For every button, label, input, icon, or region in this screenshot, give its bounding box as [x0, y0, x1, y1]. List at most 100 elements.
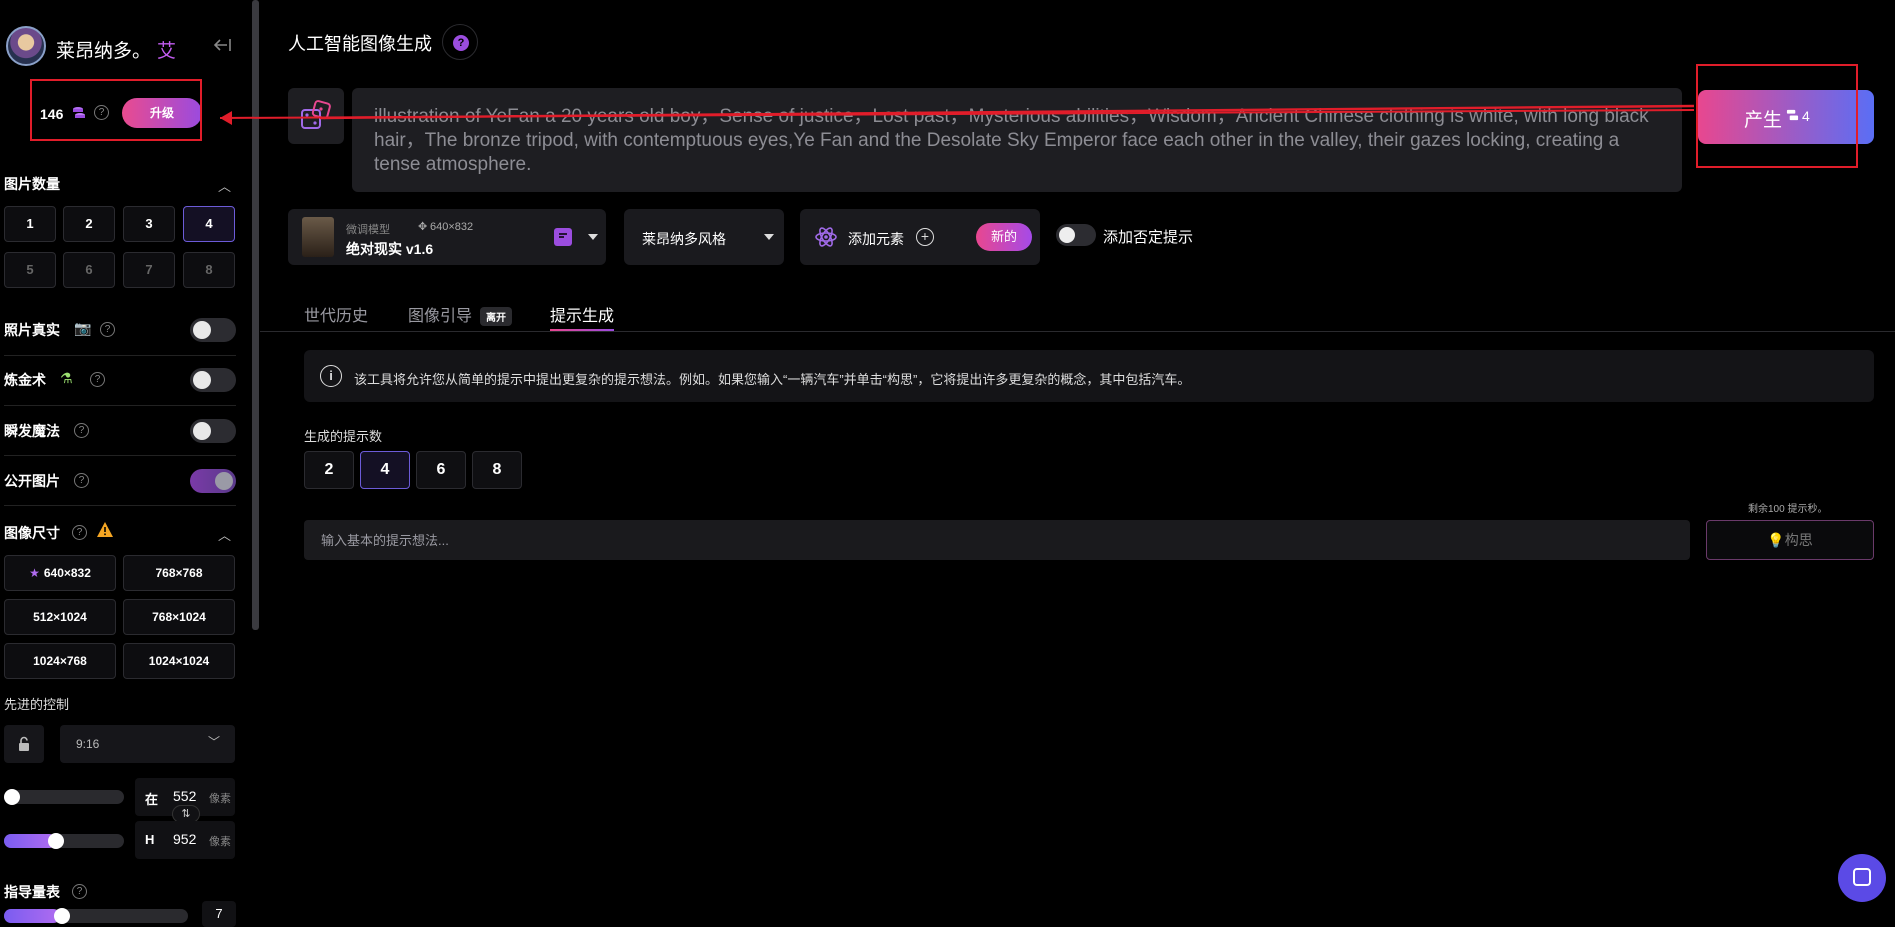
public-images-label: 公开图片 [4, 473, 60, 489]
height-label: H [145, 832, 155, 847]
size-768x768[interactable]: 768×768 [123, 555, 235, 591]
image-count-7[interactable]: 7 [123, 252, 175, 288]
alchemy-help-icon[interactable]: ? [90, 372, 105, 387]
width-label: 在 [145, 792, 159, 807]
atom-icon [814, 225, 838, 254]
image-count-1[interactable]: 1 [4, 206, 56, 242]
negative-prompt-toggle[interactable] [1056, 224, 1096, 246]
width-slider-handle[interactable] [4, 789, 20, 805]
support-chat-button[interactable] [1838, 854, 1886, 902]
warning-icon [96, 521, 114, 543]
ideate-label: 构思 [1784, 532, 1813, 548]
prompt-count-8[interactable]: 8 [472, 451, 522, 489]
guidance-slider[interactable] [4, 908, 188, 924]
prompt-count-2[interactable]: 2 [304, 451, 354, 489]
model-name: 绝对现实 v1.6 [346, 241, 434, 257]
photo-real-toggle[interactable] [190, 318, 236, 342]
annotation-box-credits [30, 79, 202, 141]
tab-image-guidance[interactable]: 图像引导 离开 [408, 302, 513, 327]
style-selector[interactable]: 莱昂纳多风格 [624, 209, 784, 265]
tab-prompt-generation[interactable]: 提示生成 [550, 302, 614, 326]
width-slider[interactable] [4, 789, 124, 805]
image-count-4[interactable]: 4 [183, 206, 235, 242]
image-count-8[interactable]: 8 [183, 252, 235, 288]
info-box: i 该工具将允许您从简单的提示中提出更复杂的提示想法。例如。如果您输入“一辆汽车… [304, 350, 1874, 402]
brand-ai-label: 艾 [157, 41, 177, 62]
plus-icon[interactable]: + [916, 228, 934, 246]
width-unit: 像素 [209, 793, 231, 805]
model-tag: 微调模型 [346, 224, 390, 236]
potion-icon: ⚗ [60, 370, 73, 386]
guidance-help-icon[interactable]: ? [72, 884, 87, 899]
guidance-value[interactable]: 7 [202, 901, 236, 927]
size-640x832[interactable]: ★ 640×832 [4, 555, 116, 591]
chat-icon [1853, 868, 1871, 886]
remaining-prompts: 剩余100 提示秒。 [1748, 504, 1828, 515]
caret-down-icon [764, 234, 774, 240]
aspect-lock-button[interactable] [4, 725, 44, 763]
chevron-down-icon: ﹀ [208, 735, 221, 749]
height-value[interactable]: 952 [173, 831, 196, 847]
public-images-row: 公开图片 ? [4, 465, 236, 497]
image-size-help-icon[interactable]: ? [72, 525, 87, 540]
image-size-title: 图像尺寸 [4, 525, 60, 541]
photo-real-help-icon[interactable]: ? [100, 322, 115, 337]
image-count-3[interactable]: 3 [123, 206, 175, 242]
move-icon: ✥ [418, 221, 428, 233]
photo-real-row: 照片真实 📷 ? [4, 314, 236, 346]
star-icon: ★ [29, 566, 40, 580]
size-1024x1024[interactable]: 1024×1024 [123, 643, 235, 679]
add-element-selector[interactable]: 添加元素 + 新的 [800, 209, 1040, 265]
public-images-help-icon[interactable]: ? [74, 473, 89, 488]
aspect-ratio-value: 9:16 [76, 737, 100, 751]
ideate-button[interactable]: 💡构思 [1706, 520, 1874, 560]
divider [4, 355, 236, 356]
sidebar: 莱昂纳多。艾 146 ? 升级 图片数量 ︿ 1 2 3 4 5 6 7 8 照… [0, 0, 250, 927]
user-avatar[interactable] [6, 26, 46, 66]
image-count-5[interactable]: 5 [4, 252, 56, 288]
help-icon: ? [453, 35, 469, 51]
guidance-scale-title: 指导量表 [4, 884, 60, 900]
annotation-arrow [219, 104, 1695, 125]
prompt-magic-help-icon[interactable]: ? [74, 423, 89, 438]
info-text: 该工具将允许您从简单的提示中提出更复杂的提示想法。例如。如果您输入“一辆汽车”并… [354, 372, 1191, 387]
aspect-ratio-select[interactable]: 9:16 ﹀ [60, 725, 235, 763]
chevron-up-icon[interactable]: ︿ [218, 176, 231, 195]
off-badge: 离开 [480, 307, 513, 327]
prompt-count-label: 生成的提示数 [304, 429, 383, 444]
size-1024x768[interactable]: 1024×768 [4, 643, 116, 679]
prompt-idea-input[interactable] [304, 520, 1690, 560]
lightbulb-icon: 💡 [1767, 532, 1785, 548]
public-images-toggle[interactable] [190, 469, 236, 493]
brand-name: 莱昂纳多。艾 [56, 41, 177, 62]
prompt-magic-toggle[interactable] [190, 419, 236, 443]
style-value: 莱昂纳多风格 [642, 231, 726, 247]
alchemy-toggle[interactable] [190, 368, 236, 392]
size-768x1024[interactable]: 768×1024 [123, 599, 235, 635]
height-slider-handle[interactable] [48, 833, 64, 849]
chevron-up-icon[interactable]: ︿ [218, 525, 231, 544]
advanced-controls-title: 先进的控制 [4, 697, 70, 712]
tab-generation-history[interactable]: 世代历史 [304, 302, 368, 326]
image-count-2[interactable]: 2 [63, 206, 115, 242]
size-512x1024[interactable]: 512×1024 [4, 599, 116, 635]
title-help-button[interactable]: ? [442, 24, 478, 60]
collapse-sidebar-icon[interactable] [210, 36, 234, 56]
prompt-count-6[interactable]: 6 [416, 451, 466, 489]
model-size: 640×832 [430, 221, 474, 233]
height-slider[interactable] [4, 833, 124, 849]
divider [4, 455, 236, 456]
edit-icon[interactable] [554, 228, 572, 246]
image-count-6[interactable]: 6 [63, 252, 115, 288]
camera-icon: 📷 [74, 320, 92, 336]
image-count-title: 图片数量 [4, 176, 60, 192]
add-element-label: 添加元素 [848, 231, 904, 247]
guidance-slider-handle[interactable] [54, 908, 70, 924]
model-selector[interactable]: 微调模型 ✥ 640×832 绝对现实 v1.6 [288, 209, 606, 265]
height-field[interactable]: H 952 像素 [135, 821, 235, 859]
prompt-count-4[interactable]: 4 [360, 451, 410, 489]
caret-down-icon[interactable] [588, 234, 598, 240]
divider [4, 505, 236, 506]
width-value[interactable]: 552 [173, 788, 196, 804]
sidebar-scrollbar[interactable] [252, 0, 259, 630]
